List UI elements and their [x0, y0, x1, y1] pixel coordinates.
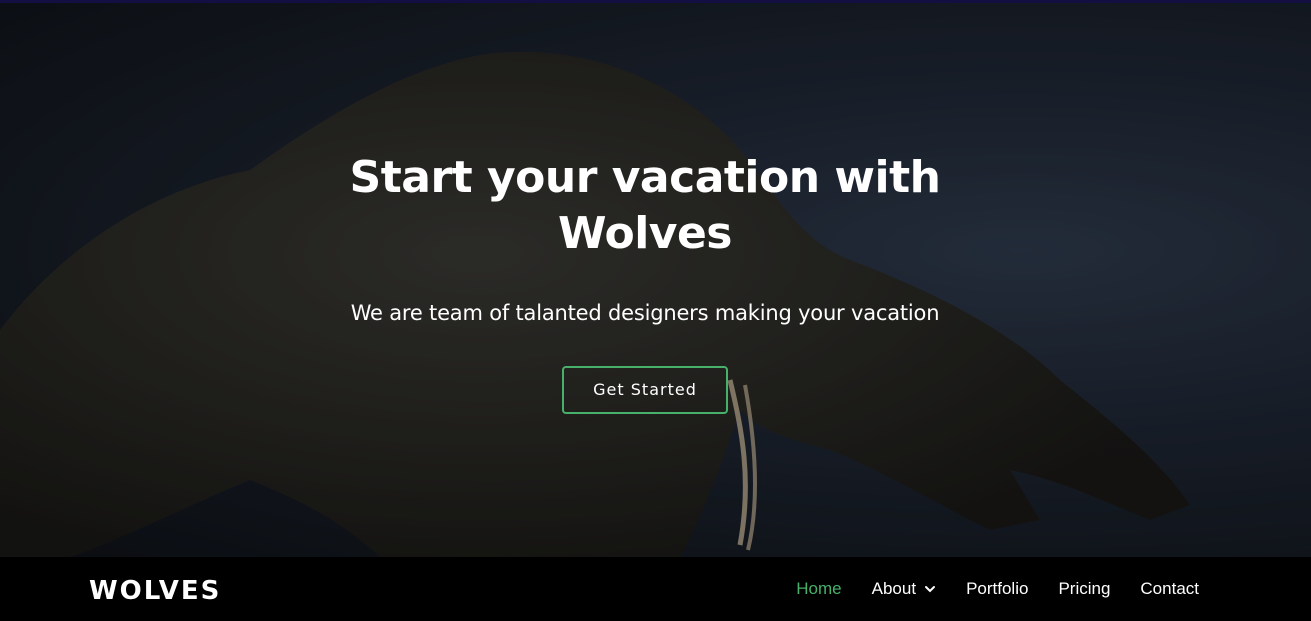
nav-item-portfolio[interactable]: Portfolio: [966, 579, 1028, 599]
nav-item-pricing[interactable]: Pricing: [1058, 579, 1110, 599]
chevron-down-icon: [925, 586, 936, 593]
hero-title-line-1: Start your vacation with: [349, 152, 941, 203]
nav-item-about[interactable]: About: [872, 579, 936, 599]
nav-item-label: Contact: [1140, 579, 1199, 598]
nav-item-label: Portfolio: [966, 579, 1029, 598]
site-logo[interactable]: WOLVES: [89, 575, 221, 607]
hero-section: Start your vacation with Wolves We are t…: [0, 0, 1311, 557]
get-started-button[interactable]: Get Started: [562, 366, 728, 414]
nav-item-label: Home: [796, 579, 842, 598]
hero-subtitle: We are team of talanted designers making…: [350, 301, 940, 325]
nav-item-label: Pricing: [1058, 579, 1111, 598]
hero-title: Start your vacation with Wolves: [305, 150, 985, 262]
nav-item-home[interactable]: Home: [796, 579, 841, 599]
hero-content: Start your vacation with Wolves We are t…: [305, 150, 985, 414]
hero-title-line-2: Wolves: [558, 208, 733, 259]
nav-item-label: About: [871, 579, 917, 598]
nav-menu: Home About Portfolio Pricing Contact: [766, 557, 1199, 621]
nav-item-contact[interactable]: Contact: [1140, 579, 1199, 599]
navbar: WOLVES Home About Portfolio Pricing Cont…: [0, 557, 1311, 621]
